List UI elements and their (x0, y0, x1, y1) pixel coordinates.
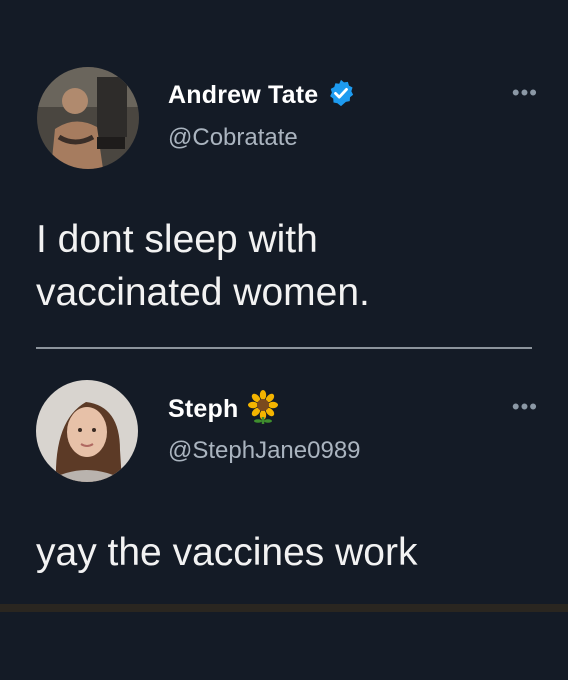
user-handle[interactable]: @StephJane0989 (168, 437, 361, 465)
tweet-text-line: vaccinated women. (36, 271, 370, 314)
author-row: Andrew Tate (168, 78, 356, 113)
divider (36, 347, 532, 349)
tweet-text-line: I dont sleep with (36, 218, 318, 261)
sunflower-icon (246, 390, 280, 429)
tweet-text-line: yay the vaccines work (36, 531, 418, 574)
avatar[interactable] (36, 380, 138, 482)
display-name[interactable]: Andrew Tate (168, 81, 318, 110)
tweet-text: yay the vaccines work (36, 526, 536, 579)
user-handle[interactable]: @Cobratate (168, 124, 298, 152)
author-row: Steph (168, 390, 280, 429)
more-options-button[interactable]: ••• (512, 394, 538, 420)
avatar[interactable] (37, 67, 139, 169)
tweet-text: I dont sleep with vaccinated women. (36, 213, 536, 319)
more-options-button[interactable]: ••• (512, 80, 538, 106)
bottom-border (0, 604, 568, 612)
tweet-card[interactable]: Steph @StephJane0989 ••• yay the vaccine… (0, 350, 568, 610)
display-name[interactable]: Steph (168, 395, 238, 424)
tweet-card[interactable]: Andrew Tate @Cobratate ••• I dont sleep … (0, 0, 568, 345)
verified-badge-icon (326, 78, 356, 113)
